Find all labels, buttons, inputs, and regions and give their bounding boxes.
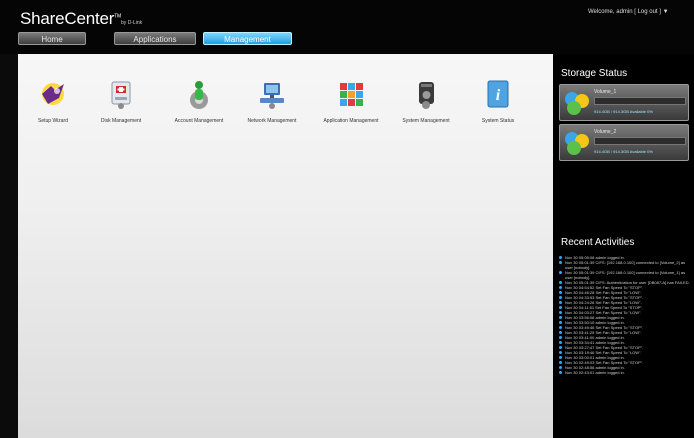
logo-tm: TM [114,13,122,20]
setup-wizard-icon [42,83,64,105]
system-management-icon [419,82,434,109]
logout-link[interactable]: [ Log out ] [634,9,661,15]
tool-label: System Status [481,118,515,124]
welcome-text: Welcome, admin [588,9,633,15]
tool-label: System Management [402,118,450,124]
system-status-icon: i [487,80,509,108]
recent-activities-title: Recent Activities [561,237,635,248]
svg-text:i: i [496,87,501,104]
volume-usage-bar [594,97,686,105]
tool-label: Account Management [174,118,224,124]
right-sidebar: Storage Status Volume_1 914.4GB / 914.3G… [553,54,694,438]
activity-item: Nov 30 02:43:01 admin logged in. [559,370,691,375]
tool-label: Disk Management [100,118,142,124]
volume-card-2[interactable]: Volume_2 914.4GB / 914.3GB Available 0% [559,124,689,161]
top-header: ShareCenterTMby D-Link Welcome, admin [ … [0,0,694,54]
disk-management-icon [111,81,131,109]
tool-label: Application Management [323,118,379,124]
tool-icon-row: Setup Wizard Disk Management Account Man… [18,70,553,150]
volume-capacity: 914.4GB / 914.3GB Available 0% [594,149,653,154]
tool-label: Setup Wizard [37,118,68,124]
welcome-bar: Welcome, admin [ Log out ] ▼ [588,9,669,15]
chevron-down-icon[interactable]: ▼ [663,9,669,15]
recent-activities-list[interactable]: Nov 30 05:05:08 admin logged in. Nov 30 0… [559,255,691,375]
network-management-icon [260,83,284,109]
logo-text: ShareCenter [20,9,115,28]
volume-name: Volume_2 [594,129,617,135]
volume-icon [565,132,589,155]
logo-by: by D-Link [121,20,143,26]
tab-applications[interactable]: Applications [114,32,196,45]
volume-name: Volume_1 [594,89,617,95]
activity-item: Nov 30 05:01:39 CIFS: [192.168.0.100] co… [559,270,691,280]
volume-card-1[interactable]: Volume_1 914.4GB / 914.3GB Available 0% [559,84,689,121]
tab-management[interactable]: Management [203,32,292,45]
application-management-icon [340,83,363,106]
activity-item: Nov 30 05:01:39 CIFS: [192.168.0.100] co… [559,260,691,270]
volume-usage-bar [594,137,686,145]
account-management-icon [190,81,208,109]
volume-icon [565,92,589,115]
volume-capacity: 914.4GB / 914.3GB Available 0% [594,109,653,114]
tab-home[interactable]: Home [18,32,86,45]
storage-status-title: Storage Status [561,68,628,79]
sharecenter-logo: ShareCenterTMby D-Link [20,9,142,29]
tool-label: Network Management [247,118,297,124]
management-panel: Setup Wizard Disk Management Account Man… [18,54,553,438]
